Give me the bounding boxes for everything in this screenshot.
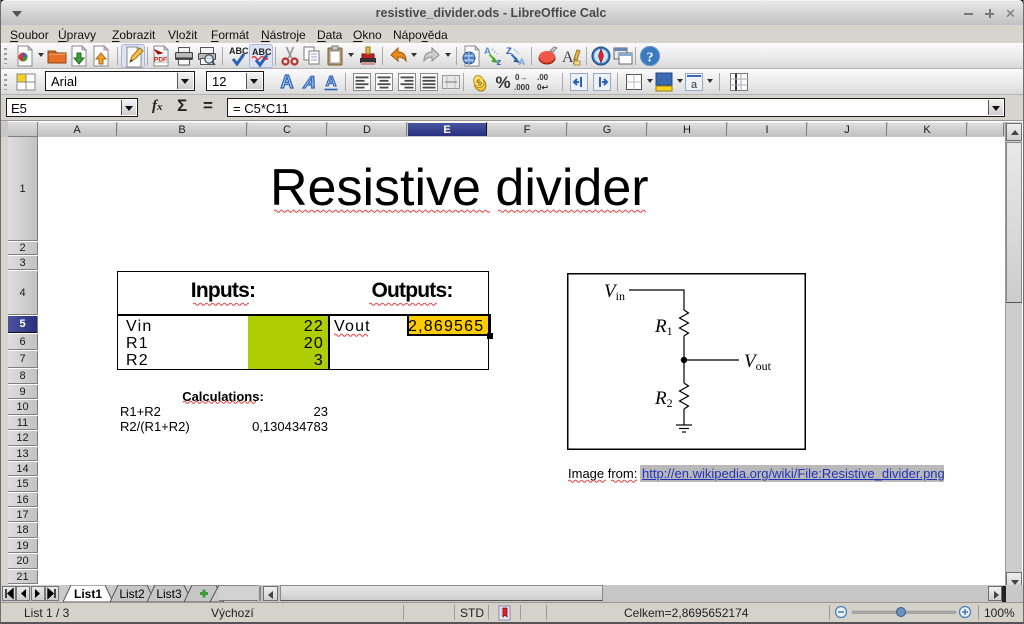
svg-text:0↩: 0↩	[537, 83, 548, 92]
svg-text:A: A	[281, 72, 294, 92]
svg-text:z: z	[497, 57, 502, 67]
svg-text:ABC: ABC	[229, 46, 249, 56]
svg-text:.00: .00	[537, 73, 549, 82]
svg-text:List3: List3	[156, 587, 182, 601]
svg-text:A: A	[519, 57, 526, 67]
svg-text:A: A	[326, 73, 337, 90]
svg-text:List2: List2	[119, 587, 145, 601]
svg-text:0→: 0→	[515, 73, 527, 82]
svg-text:ABC: ABC	[252, 47, 272, 57]
svg-text:.000: .000	[514, 83, 530, 92]
svg-text:?: ?	[647, 51, 654, 66]
svg-text:%: %	[495, 73, 510, 92]
svg-text:PDF: PDF	[154, 57, 167, 64]
svg-text:a: a	[691, 79, 698, 91]
svg-text:List1: List1	[74, 587, 102, 601]
svg-text:A: A	[562, 49, 574, 66]
svg-text:A: A	[301, 72, 320, 91]
